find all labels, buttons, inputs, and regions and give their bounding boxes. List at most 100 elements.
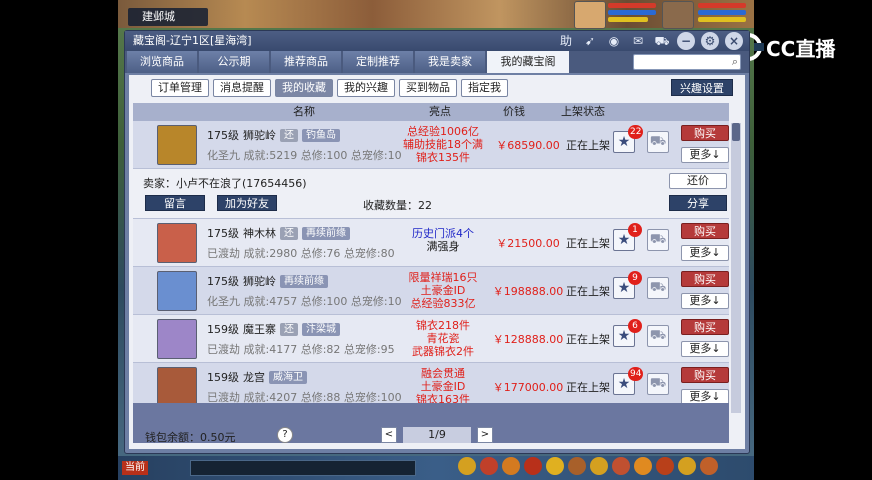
- tab-recommended[interactable]: 推荐商品: [271, 51, 341, 73]
- record-icon[interactable]: ◉: [605, 32, 623, 50]
- skill-icon[interactable]: [634, 457, 652, 475]
- pet-status-bars: [698, 3, 748, 27]
- skill-icon[interactable]: [568, 457, 586, 475]
- character-avatar[interactable]: [157, 271, 197, 311]
- add-to-cart-icon[interactable]: ⛟: [647, 131, 669, 153]
- skill-icon[interactable]: [678, 457, 696, 475]
- speaker-icon[interactable]: ➹: [581, 32, 599, 50]
- buy-button[interactable]: 购买: [681, 125, 729, 141]
- minimize-icon[interactable]: −: [677, 32, 695, 50]
- character-avatar[interactable]: [157, 125, 197, 165]
- prev-page-button[interactable]: <: [381, 427, 397, 443]
- table-row[interactable]: 159级 龙宫 威海卫 已渡劫 成就:4207 总修:88 总宠修:100 融会贯通 土豪…: [133, 363, 729, 403]
- treasure-window: 藏宝阁-辽宁1区[星海湾] 助 ➹ ◉ ✉ ⛟ − ⚙ × 浏览商品 公示期 推…: [124, 30, 750, 454]
- table-row[interactable]: 159级 魔王寨还汴梁城 已渡劫 成就:4177 总修:82 总宠修:95 锦衣218…: [133, 315, 729, 363]
- help-icon[interactable]: 助: [557, 32, 575, 50]
- subtab-bought[interactable]: 买到物品: [399, 79, 457, 97]
- table-row[interactable]: 175级 狮驼岭 再续前缘 化圣九 成就:4757 总修:100 总宠修:100 限量祥…: [133, 267, 729, 315]
- next-page-button[interactable]: >: [477, 427, 493, 443]
- tab-my-treasure[interactable]: 我的藏宝阁: [487, 51, 569, 73]
- more-button[interactable]: 更多↓: [681, 245, 729, 261]
- table-scrollbar[interactable]: [731, 123, 741, 413]
- subtab-favorites[interactable]: 我的收藏: [275, 79, 333, 97]
- highlight-line: 锦衣135件: [416, 151, 470, 164]
- message-button[interactable]: 留言: [145, 195, 205, 211]
- subtab-orders[interactable]: 订单管理: [151, 79, 209, 97]
- help-button[interactable]: ?: [277, 427, 293, 443]
- skill-icon[interactable]: [612, 457, 630, 475]
- window-titlebar[interactable]: 藏宝阁-辽宁1区[星海湾] 助 ➹ ◉ ✉ ⛟ − ⚙ ×: [125, 31, 749, 51]
- character-school: 狮驼岭: [243, 129, 276, 142]
- game-top-scene: [118, 0, 754, 28]
- buy-button[interactable]: 购买: [681, 223, 729, 239]
- favorite-count-badge: 6: [628, 319, 642, 333]
- add-friend-button[interactable]: 加为好友: [217, 195, 277, 211]
- tab-custom[interactable]: 定制推荐: [343, 51, 413, 73]
- character-school: 魔王寨: [243, 323, 276, 336]
- skill-icon[interactable]: [546, 457, 564, 475]
- tab-seller[interactable]: 我是卖家: [415, 51, 485, 73]
- add-to-cart-icon[interactable]: ⛟: [647, 373, 669, 395]
- more-button[interactable]: 更多↓: [681, 293, 729, 309]
- character-stats: 已渡劫 成就:4177 总修:82 总宠修:95: [207, 343, 395, 356]
- tab-publicity[interactable]: 公示期: [199, 51, 269, 73]
- subtab-assigned[interactable]: 指定我: [461, 79, 508, 97]
- highlight-line: 限量祥瑞16只: [408, 271, 478, 284]
- page-indicator: 1/9: [403, 427, 471, 443]
- table-row[interactable]: 175级 狮驼岭还钓鱼岛 化圣九 成就:5219 总修:100 总宠修:100 总经验…: [133, 121, 729, 169]
- settings-icon[interactable]: ⚙: [701, 32, 719, 50]
- add-to-cart-icon[interactable]: ⛟: [647, 277, 669, 299]
- listing-status: 正在上架: [566, 333, 610, 346]
- share-button[interactable]: 分享: [669, 195, 727, 211]
- close-icon[interactable]: ×: [725, 32, 743, 50]
- buy-button[interactable]: 购买: [681, 319, 729, 335]
- haggle-button[interactable]: 还价: [669, 173, 727, 189]
- highlight-line: 满强身: [426, 240, 460, 253]
- sub-tabs: 订单管理 消息提醒 我的收藏 我的兴趣 买到物品 指定我 兴趣设置: [129, 75, 745, 101]
- skill-icon[interactable]: [524, 457, 542, 475]
- character-title: 175级 狮驼岭还钓鱼岛: [207, 127, 340, 143]
- subtab-interests[interactable]: 我的兴趣: [337, 79, 395, 97]
- chat-icon[interactable]: ✉: [629, 32, 647, 50]
- skill-icon[interactable]: [458, 457, 476, 475]
- right-letterbox: [754, 0, 872, 480]
- tab-browse[interactable]: 浏览商品: [127, 51, 197, 73]
- highlight-line: 历史门派4个: [412, 227, 474, 240]
- highlight-line: 青花瓷: [426, 332, 460, 345]
- main-tabs: 浏览商品 公示期 推荐商品 定制推荐 我是卖家 我的藏宝阁 ⌕: [125, 51, 749, 73]
- pet-avatar[interactable]: [662, 1, 694, 29]
- server-tag: 威海卫: [269, 370, 307, 384]
- add-to-cart-icon[interactable]: ⛟: [647, 229, 669, 251]
- interest-settings-button[interactable]: 兴趣设置: [671, 79, 733, 96]
- search-icon[interactable]: ⌕: [732, 55, 738, 69]
- subtab-messages[interactable]: 消息提醒: [213, 79, 271, 97]
- search-input[interactable]: ⌕: [633, 54, 741, 70]
- cart-icon[interactable]: ⛟: [653, 32, 671, 50]
- skill-icon[interactable]: [502, 457, 520, 475]
- add-to-cart-icon[interactable]: ⛟: [647, 325, 669, 347]
- skill-icon[interactable]: [656, 457, 674, 475]
- character-avatar[interactable]: [157, 367, 197, 403]
- player-avatar[interactable]: [574, 1, 606, 29]
- listing-status: 正在上架: [566, 381, 610, 394]
- return-flag: 还: [280, 128, 298, 142]
- scroll-thumb[interactable]: [732, 123, 740, 141]
- return-flag: 还: [280, 322, 298, 336]
- skill-icon[interactable]: [700, 457, 718, 475]
- chat-input[interactable]: [190, 460, 416, 476]
- character-avatar[interactable]: [157, 223, 197, 263]
- character-avatar[interactable]: [157, 319, 197, 359]
- skill-icon[interactable]: [480, 457, 498, 475]
- buy-button[interactable]: 购买: [681, 367, 729, 383]
- listing-status: 正在上架: [566, 285, 610, 298]
- character-school: 龙宫: [243, 371, 265, 384]
- buy-button[interactable]: 购买: [681, 271, 729, 287]
- more-button[interactable]: 更多↓: [681, 147, 729, 163]
- more-button[interactable]: 更多↓: [681, 341, 729, 357]
- more-button[interactable]: 更多↓: [681, 389, 729, 403]
- skill-icon[interactable]: [590, 457, 608, 475]
- highlights: 限量祥瑞16只 土豪金ID 总经验833亿: [403, 271, 483, 310]
- table-row[interactable]: 175级 神木林还再续前缘 已渡劫 成就:2980 总修:76 总宠修:80 历史门派…: [133, 219, 729, 267]
- highlight-line: 土豪金ID: [420, 284, 466, 297]
- chat-channel[interactable]: 当前: [122, 461, 148, 475]
